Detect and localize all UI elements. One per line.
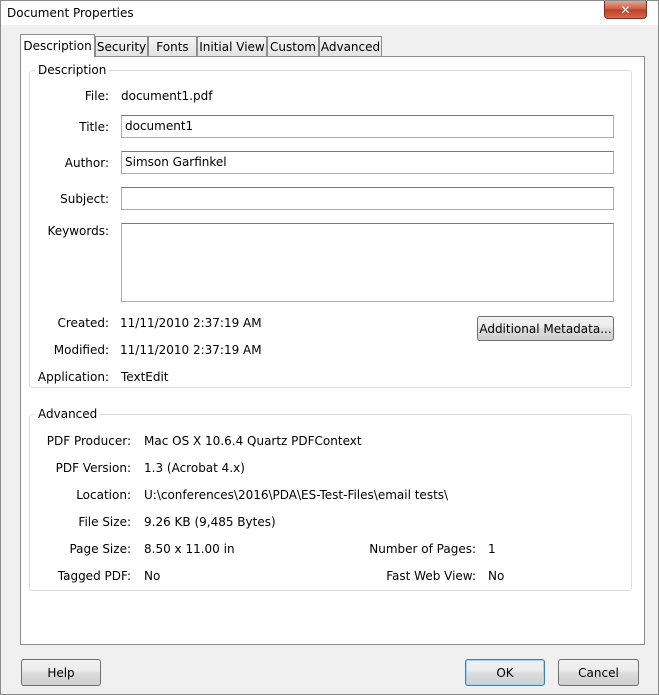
- author-field[interactable]: Simson Garfinkel: [121, 151, 614, 174]
- application-value: TextEdit: [121, 370, 169, 384]
- window-title: Document Properties: [7, 6, 134, 20]
- modified-label: Modified:: [53, 343, 109, 357]
- ok-button[interactable]: OK: [465, 659, 545, 686]
- keywords-field[interactable]: [121, 223, 614, 302]
- tab-advanced[interactable]: Advanced: [319, 36, 382, 56]
- cancel-button[interactable]: Cancel: [558, 659, 639, 686]
- fast-web-view-label: Fast Web View:: [386, 569, 476, 583]
- close-icon: ✕: [620, 2, 631, 17]
- document-properties-dialog: Document Properties ✕ Description Securi…: [0, 0, 659, 695]
- file-size-value: 9.26 KB (9,485 Bytes): [144, 515, 276, 529]
- tab-initial-view[interactable]: Initial View: [197, 36, 267, 56]
- advanced-group-title: Advanced: [38, 407, 98, 421]
- tab-security[interactable]: Security: [95, 36, 148, 56]
- subject-field[interactable]: [121, 187, 614, 210]
- close-button[interactable]: ✕: [604, 1, 647, 19]
- pdf-producer-label: PDF Producer:: [46, 434, 131, 448]
- pdf-version-value: 1.3 (Acrobat 4.x): [144, 461, 245, 475]
- additional-metadata-button[interactable]: Additional Metadata...: [477, 316, 614, 341]
- number-of-pages-value: 1: [488, 542, 496, 556]
- tab-description[interactable]: Description: [20, 34, 95, 57]
- created-value: 11/11/2010 2:37:19 AM: [120, 316, 262, 330]
- description-tab-panel: Description File: document1.pdf Title: d…: [20, 56, 645, 645]
- title-field[interactable]: document1: [121, 115, 614, 138]
- keywords-label: Keywords:: [47, 224, 109, 238]
- title-bar: Document Properties ✕: [1, 1, 658, 25]
- description-group-title: Description: [38, 63, 107, 77]
- file-size-label: File Size:: [78, 515, 131, 529]
- subject-label: Subject:: [60, 192, 109, 206]
- pdf-version-label: PDF Version:: [55, 461, 131, 475]
- fast-web-view-value: No: [488, 569, 505, 583]
- tab-custom[interactable]: Custom: [267, 36, 319, 56]
- file-label: File:: [84, 89, 109, 103]
- page-size-label: Page Size:: [69, 542, 131, 556]
- pdf-producer-value: Mac OS X 10.6.4 Quartz PDFContext: [144, 434, 362, 448]
- tagged-pdf-value: No: [144, 569, 161, 583]
- location-label: Location:: [76, 488, 131, 502]
- application-label: Application:: [37, 370, 109, 384]
- number-of-pages-label: Number of Pages:: [369, 542, 476, 556]
- help-button[interactable]: Help: [21, 659, 101, 686]
- title-label: Title:: [79, 120, 109, 134]
- modified-value: 11/11/2010 2:37:19 AM: [120, 343, 262, 357]
- page-size-value: 8.50 x 11.00 in: [144, 542, 235, 556]
- file-value: document1.pdf: [121, 89, 213, 103]
- tab-fonts[interactable]: Fonts: [148, 36, 197, 56]
- author-label: Author:: [64, 156, 109, 170]
- location-value: U:\conferences\2016\PDA\ES-Test-Files\em…: [144, 488, 449, 502]
- created-label: Created:: [57, 316, 109, 330]
- tagged-pdf-label: Tagged PDF:: [57, 569, 131, 583]
